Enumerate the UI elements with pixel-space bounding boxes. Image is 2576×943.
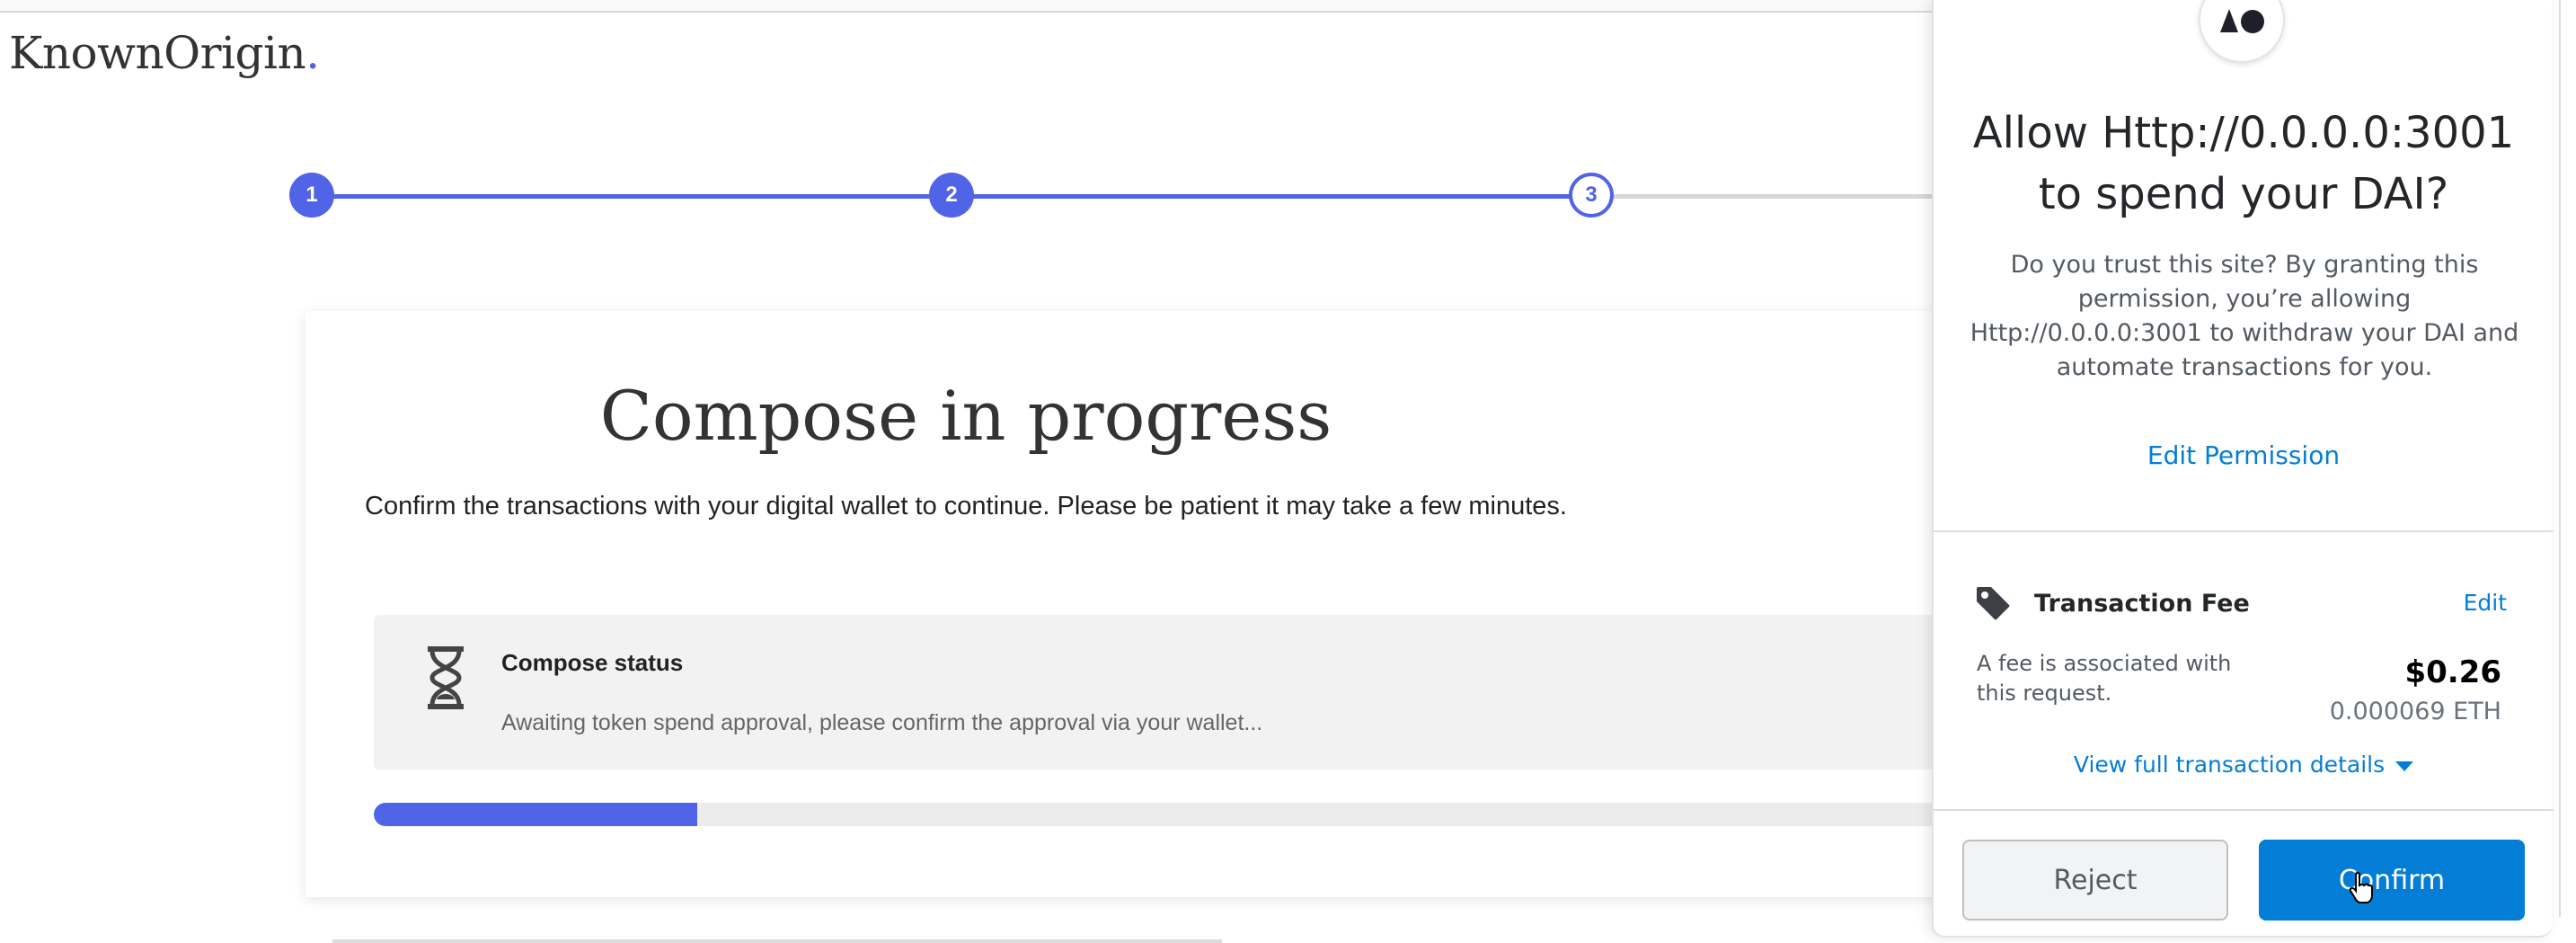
- approval-title: Allow Http://0.0.0.0:3001 to spend your …: [1934, 102, 2554, 225]
- compose-subtitle: Confirm the transactions with your digit…: [365, 492, 1567, 520]
- approval-description: Do you trust this site? By granting this…: [1970, 251, 2519, 381]
- caret-down-icon: [2395, 761, 2414, 771]
- site-logo[interactable]: KnownOrigin.: [9, 27, 320, 79]
- site-logo-icon: [2199, 0, 2285, 63]
- hourglass-icon: [428, 646, 464, 709]
- approval-title-line2: to spend your DAI?: [2038, 169, 2449, 219]
- fee-amount-eth: 0.000069 ETH: [2329, 698, 2501, 725]
- edit-permission-link[interactable]: Edit Permission: [1934, 440, 2554, 470]
- fee-edit-link[interactable]: Edit: [2464, 590, 2507, 616]
- compose-progress-bar: [374, 803, 1991, 826]
- step-connector-3: [1605, 194, 1964, 199]
- step-2: 2: [929, 173, 974, 218]
- step-3: 3: [1569, 173, 1614, 218]
- browser-top-edge: [0, 0, 1941, 13]
- status-title: Compose status: [501, 649, 684, 676]
- hand-pointer-icon: [2349, 872, 2373, 903]
- confirm-button[interactable]: Confirm: [2259, 840, 2525, 921]
- popup-divider: [1934, 530, 2554, 532]
- view-transaction-details-link[interactable]: View full transaction details: [1934, 752, 2554, 778]
- next-card-edge: [332, 939, 1222, 943]
- progress-stepper: 1 2 3: [289, 173, 1964, 219]
- tag-icon: [1977, 587, 2010, 620]
- status-message: Awaiting token spend approval, please co…: [501, 710, 1263, 735]
- logo-text: KnownOrigin: [9, 27, 306, 79]
- fee-amount-usd: $0.26: [2404, 654, 2501, 690]
- fee-title: Transaction Fee: [2034, 590, 2250, 618]
- view-details-label: View full transaction details: [2073, 752, 2386, 778]
- compose-title: Compose in progress: [599, 376, 1332, 456]
- reject-button[interactable]: Reject: [1962, 840, 2228, 921]
- wallet-approval-popup: Allow Http://0.0.0.0:3001 to spend your …: [1932, 0, 2554, 938]
- logo-dot: .: [305, 27, 320, 79]
- popup-scrollbar[interactable]: [2559, 0, 2572, 917]
- compose-progress-fill: [374, 803, 697, 826]
- compose-status-panel: Compose status Awaiting token spend appr…: [374, 615, 1991, 770]
- site-logo-shape: [2220, 9, 2264, 33]
- approval-title-line1: Allow Http://0.0.0.0:3001: [1972, 108, 2515, 158]
- fee-note: A fee is associated with this request.: [1977, 651, 2232, 706]
- footer-divider: [1934, 809, 2554, 811]
- step-1: 1: [289, 173, 334, 218]
- step-connector-2: [965, 194, 1576, 199]
- step-connector-1: [325, 194, 936, 199]
